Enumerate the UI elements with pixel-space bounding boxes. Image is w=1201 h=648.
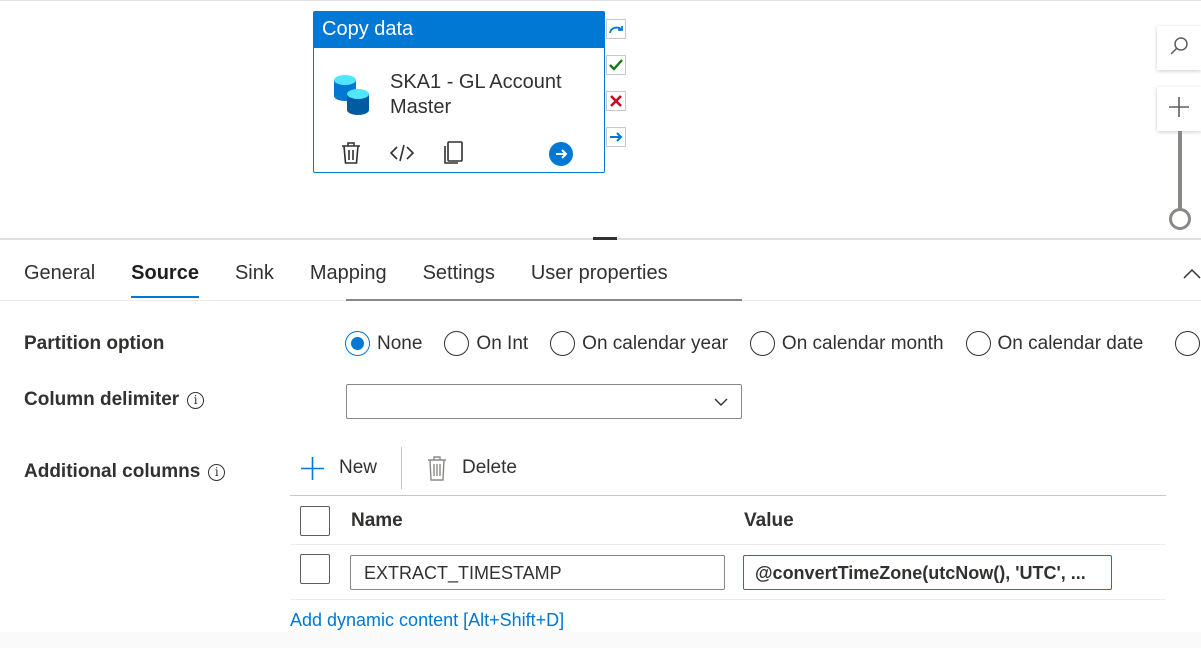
additional-columns-label: Additional columns i — [24, 461, 226, 483]
scrolled-input-edge — [346, 299, 742, 301]
grid-top-border — [290, 495, 1166, 496]
new-button-label: New — [339, 457, 378, 478]
zoom-in-button[interactable] — [1157, 87, 1201, 131]
radio-none[interactable]: None — [345, 331, 422, 356]
radio-on-int[interactable]: On Int — [444, 331, 528, 356]
radio-button-checked[interactable] — [345, 331, 370, 356]
tab-settings[interactable]: Settings — [423, 262, 495, 300]
column-delimiter-text: Column delimiter — [24, 389, 180, 410]
activity-type-label: Copy data — [314, 12, 604, 48]
tab-user-properties[interactable]: User properties — [531, 262, 668, 300]
radio-on-int-label: On Int — [476, 332, 529, 354]
radio-button[interactable] — [444, 331, 470, 356]
chevron-up-icon[interactable] — [1182, 265, 1201, 285]
tab-general[interactable]: General — [24, 262, 95, 300]
column-header-value: Value — [744, 510, 794, 531]
grid-header-divider — [290, 544, 1166, 545]
code-icon[interactable] — [389, 140, 415, 166]
radio-button[interactable] — [550, 331, 576, 356]
delete-activity-icon[interactable] — [338, 140, 364, 166]
radio-on-calendar-month[interactable]: On calendar month — [749, 331, 944, 356]
trash-icon — [426, 455, 448, 481]
plus-icon — [300, 456, 325, 481]
column-delimiter-label: Column delimiter i — [24, 389, 205, 411]
copy-data-activity[interactable]: Copy data SKA1 - GL Account Master — [313, 11, 605, 173]
plus-icon — [1167, 95, 1191, 124]
pipeline-canvas[interactable]: Copy data SKA1 - GL Account Master — [0, 0, 1201, 238]
radio-none-label: None — [377, 332, 423, 354]
partition-option-text: Partition option — [24, 333, 165, 354]
radio-button-partial[interactable] — [1175, 331, 1200, 356]
activity-name: SKA1 - GL Account Master — [390, 71, 562, 118]
column-delimiter-dropdown[interactable] — [346, 384, 742, 419]
delete-column-button[interactable]: Delete — [426, 455, 517, 481]
partition-option-group: None On Int On calendar year On calendar… — [345, 331, 1165, 356]
skip-connector-icon[interactable] — [606, 19, 626, 39]
panel-bottom-edge — [0, 632, 1201, 648]
failure-connector-icon[interactable] — [606, 91, 626, 111]
radio-button[interactable] — [965, 331, 991, 356]
radio-button[interactable] — [749, 331, 775, 356]
canvas-search-button[interactable] — [1157, 26, 1201, 70]
radio-on-calendar-month-label: On calendar month — [781, 332, 944, 354]
zoom-slider-handle[interactable] — [1169, 208, 1191, 230]
radio-on-calendar-date-label: On calendar date — [997, 332, 1144, 354]
additional-columns-text: Additional columns — [24, 461, 201, 482]
splitter-grip[interactable] — [593, 237, 617, 240]
search-icon — [1169, 36, 1189, 61]
chevron-down-icon — [713, 394, 729, 410]
info-icon[interactable]: i — [208, 463, 226, 481]
column-name-input[interactable]: EXTRACT_TIMESTAMP — [350, 555, 725, 590]
toolbar-separator — [401, 447, 403, 489]
properties-tabs: General Source Sink Mapping Settings Use… — [24, 262, 704, 300]
radio-on-calendar-year[interactable]: On calendar year — [550, 331, 728, 356]
add-dynamic-content-link[interactable]: Add dynamic content [Alt+Shift+D] — [290, 610, 564, 631]
database-icon — [332, 73, 372, 117]
delete-button-label: Delete — [462, 457, 517, 478]
clone-icon[interactable] — [440, 140, 466, 166]
additional-columns-toolbar: New Delete — [300, 447, 517, 489]
go-to-activity-icon[interactable] — [549, 142, 573, 166]
column-value-input[interactable]: @convertTimeZone(utcNow(), 'UTC', ... — [743, 555, 1112, 590]
tab-sink[interactable]: Sink — [235, 262, 274, 300]
partition-option-label: Partition option — [24, 333, 164, 355]
column-header-name: Name — [351, 510, 403, 531]
row-checkbox[interactable] — [300, 554, 330, 584]
radio-on-calendar-date[interactable]: On calendar date — [965, 331, 1144, 356]
grid-row-divider — [290, 599, 1166, 600]
new-column-button[interactable]: New — [300, 456, 377, 481]
success-connector-icon[interactable] — [606, 55, 626, 75]
zoom-slider-track[interactable] — [1178, 131, 1182, 213]
info-icon[interactable]: i — [187, 391, 205, 409]
completion-connector-icon[interactable] — [606, 127, 626, 147]
tab-mapping[interactable]: Mapping — [310, 262, 387, 300]
radio-on-calendar-year-label: On calendar year — [582, 332, 728, 354]
tab-source[interactable]: Source — [131, 262, 199, 300]
select-all-checkbox[interactable] — [300, 506, 330, 536]
